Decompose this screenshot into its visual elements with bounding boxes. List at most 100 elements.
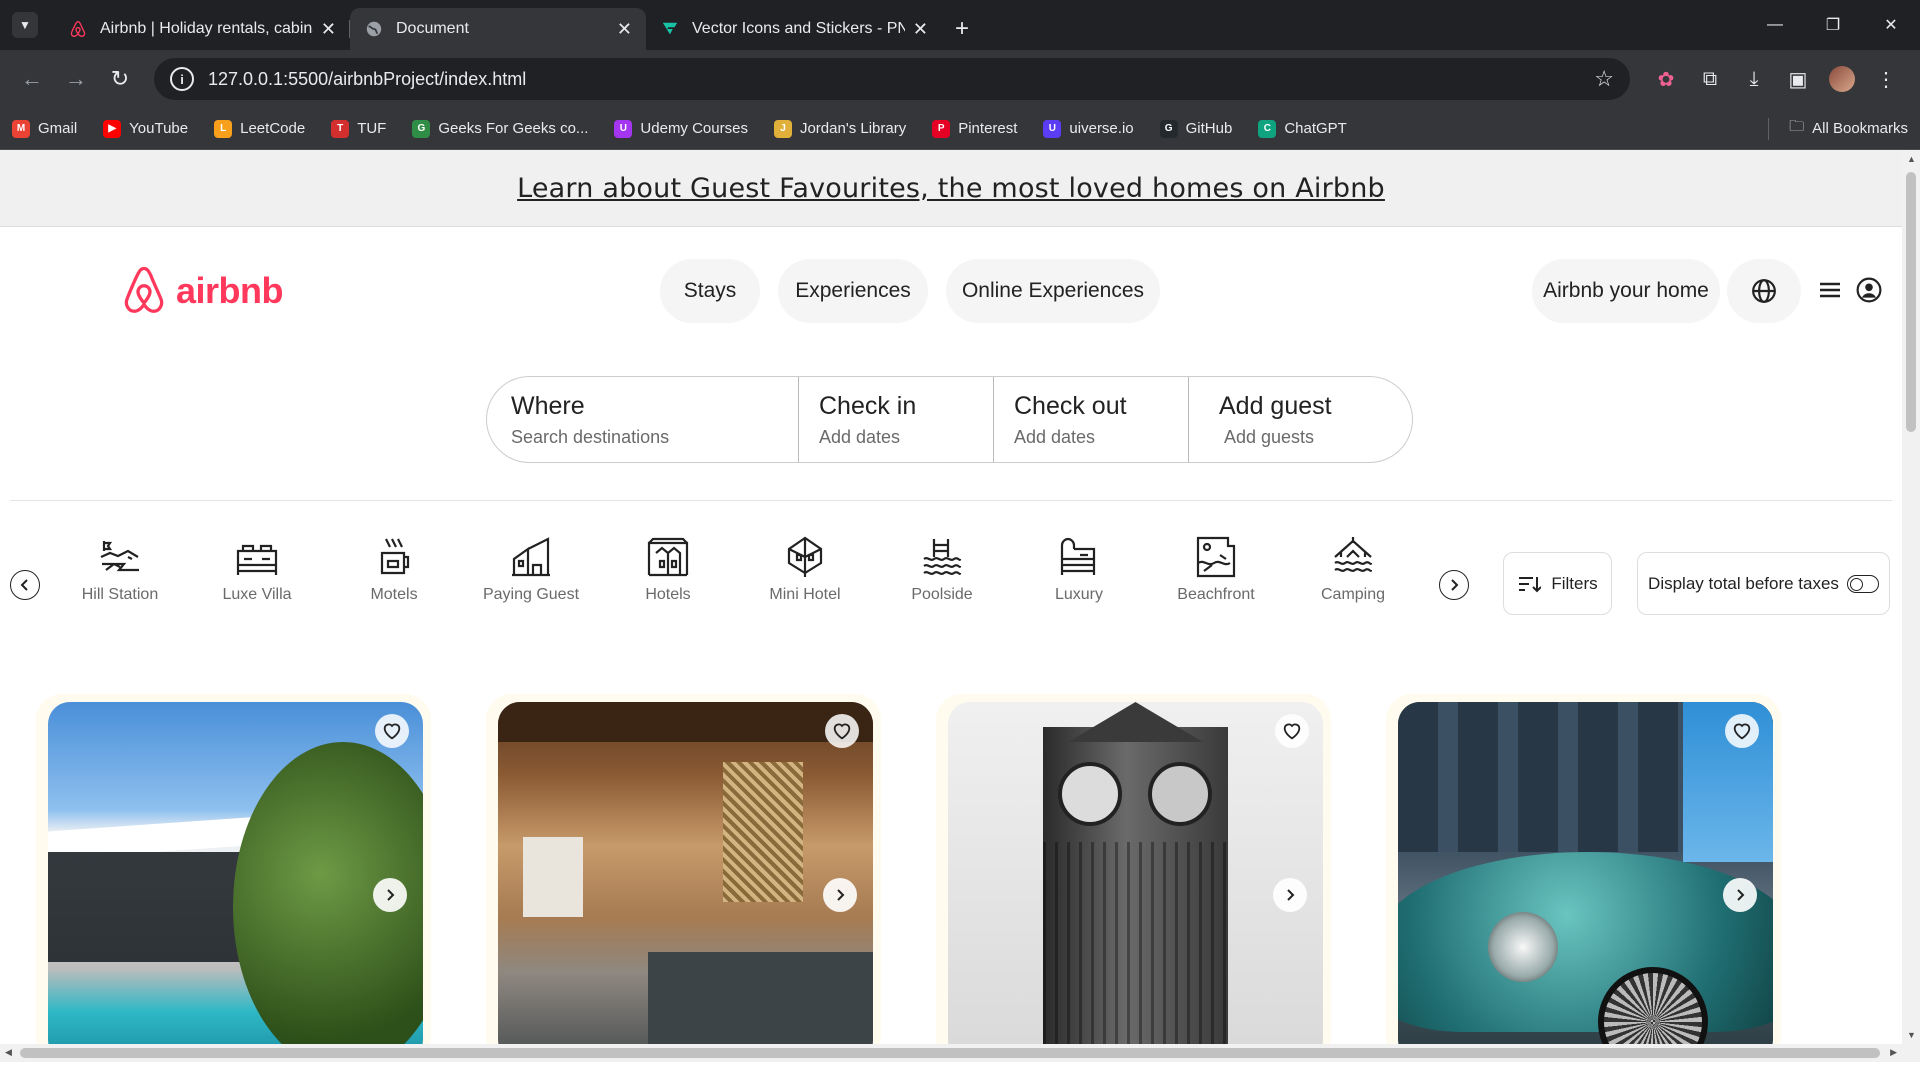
favorite-heart-icon[interactable] xyxy=(1725,714,1759,748)
horizontal-scrollbar[interactable]: ◀ ▶ xyxy=(0,1044,1902,1062)
listing-card-3[interactable] xyxy=(948,702,1323,1062)
nav-online-experiences[interactable]: Online Experiences xyxy=(946,259,1160,323)
search-check-out[interactable]: Check out Add dates xyxy=(994,377,1189,462)
bookmark-item[interactable]: P Pinterest xyxy=(932,119,1018,138)
forward-icon[interactable]: → xyxy=(56,59,96,99)
airbnb-logo-icon xyxy=(124,266,164,313)
download-icon[interactable]: ⤓ xyxy=(1732,59,1776,99)
bookmarks-bar: M Gmail ▶ YouTube L LeetCode T TUF G Geeks For Ge… xyxy=(0,108,1920,150)
bookmark-item[interactable]: ▶ YouTube xyxy=(103,119,188,138)
bookmark-label: GitHub xyxy=(1185,120,1233,137)
bookmark-item[interactable]: C ChatGPT xyxy=(1258,119,1347,138)
language-globe-icon[interactable] xyxy=(1727,259,1801,323)
check-in-title: Check in xyxy=(819,391,917,420)
category-motels[interactable]: Motels xyxy=(329,535,459,604)
user-menu[interactable] xyxy=(1818,277,1882,303)
scroll-right-icon[interactable]: ▶ xyxy=(1890,1047,1897,1058)
category-camping[interactable]: Camping xyxy=(1288,535,1418,604)
lobby-ceiling xyxy=(498,702,873,742)
close-tab-icon[interactable]: ✕ xyxy=(617,19,632,40)
address-bar[interactable]: i 127.0.0.1:5500/airbnbProject/index.htm… xyxy=(154,58,1630,100)
minimize-icon[interactable]: — xyxy=(1746,0,1804,50)
close-tab-icon[interactable]: ✕ xyxy=(321,19,336,40)
category-label: Hill Station xyxy=(81,586,159,603)
next-image-icon[interactable] xyxy=(1273,878,1307,912)
all-bookmarks[interactable]: 🗀 All Bookmarks xyxy=(1768,116,1908,141)
vertical-scrollbar[interactable]: ▲ ▼ xyxy=(1902,150,1920,1062)
favorite-heart-icon[interactable] xyxy=(825,714,859,748)
scroll-down-icon[interactable]: ▼ xyxy=(1907,1030,1916,1040)
search-where[interactable]: Where Search destinations xyxy=(487,377,799,462)
new-tab-button[interactable]: + xyxy=(942,8,982,50)
profile-avatar[interactable] xyxy=(1820,59,1864,99)
category-hotels[interactable]: Hotels xyxy=(603,535,733,604)
close-window-icon[interactable]: ✕ xyxy=(1862,0,1920,50)
taxes-toggle-switch[interactable] xyxy=(1846,574,1879,593)
category-luxury[interactable]: Luxury xyxy=(1014,535,1144,604)
category-beachfront[interactable]: Beachfront xyxy=(1151,535,1281,604)
tab-search-button[interactable]: ▼ xyxy=(12,12,38,38)
back-icon[interactable]: ← xyxy=(12,59,52,99)
reload-icon[interactable]: ↻ xyxy=(100,59,140,99)
check-out-sub: Add dates xyxy=(1014,426,1096,447)
search-guests[interactable]: Add guest Add guests xyxy=(1189,377,1412,462)
restore-icon[interactable]: ❐ xyxy=(1804,0,1862,50)
side-panel-icon[interactable]: ▣ xyxy=(1776,59,1820,99)
bookmark-item[interactable]: T TUF xyxy=(331,119,386,138)
extension-flower-icon[interactable]: ✿ xyxy=(1644,59,1688,99)
horizontal-scroll-thumb[interactable] xyxy=(20,1048,1880,1058)
category-paying-guest[interactable]: Paying Guest xyxy=(466,535,596,604)
favorite-heart-icon[interactable] xyxy=(1275,714,1309,748)
bookmark-item[interactable]: G GitHub xyxy=(1159,119,1233,138)
taxes-toggle-card[interactable]: Display total before taxes xyxy=(1637,552,1890,615)
check-in-sub: Add dates xyxy=(819,426,901,447)
browser-tab-document[interactable]: Document ✕ xyxy=(350,8,646,50)
luxury-icon xyxy=(1060,537,1096,575)
bookmark-label: LeetCode xyxy=(240,120,306,137)
scroll-left-icon[interactable]: ◀ xyxy=(5,1047,12,1058)
flaticon-icon xyxy=(660,19,680,39)
bookmark-item[interactable]: L LeetCode xyxy=(214,119,306,138)
car-headlight xyxy=(1488,912,1558,982)
extensions-puzzle-icon[interactable]: ⧉ xyxy=(1688,59,1732,99)
search-check-in[interactable]: Check in Add dates xyxy=(799,377,994,462)
vertical-scroll-thumb[interactable] xyxy=(1906,172,1916,432)
filter-sort-icon xyxy=(1519,576,1542,592)
tower-facade xyxy=(1043,842,1228,1062)
next-image-icon[interactable] xyxy=(1723,878,1757,912)
bookmark-item[interactable]: Uuiverse.io xyxy=(1043,119,1134,138)
next-image-icon[interactable] xyxy=(823,878,857,912)
favorite-heart-icon[interactable] xyxy=(375,714,409,748)
page-viewport: Learn about Guest Favourites, the most l… xyxy=(0,150,1902,1062)
bookmark-item[interactable]: G Geeks For Geeks co... xyxy=(412,119,588,138)
browser-tab-flaticon[interactable]: Vector Icons and Stickers - PNG ✕ xyxy=(646,8,942,50)
category-poolside[interactable]: Poolside xyxy=(877,535,1007,604)
airbnb-your-home-link[interactable]: Airbnb your home xyxy=(1532,259,1720,323)
next-image-icon[interactable] xyxy=(373,878,407,912)
window-controls: — ❐ ✕ xyxy=(1746,0,1920,50)
close-tab-icon[interactable]: ✕ xyxy=(913,19,928,40)
bookmark-label: Pinterest xyxy=(958,120,1018,137)
site-info-icon[interactable]: i xyxy=(170,67,194,91)
browser-tab-airbnb[interactable]: Airbnb | Holiday rentals, cabins, ✕ xyxy=(54,8,350,50)
tower-spire xyxy=(1068,702,1203,742)
category-mini-hotel[interactable]: Mini Hotel xyxy=(740,535,870,604)
airbnb-logo[interactable]: airbnb xyxy=(120,265,284,317)
bookmark-item[interactable]: J Jordan's Library xyxy=(773,119,906,138)
category-hill-station[interactable]: Hill Station xyxy=(55,535,185,604)
nav-stays[interactable]: Stays xyxy=(660,259,760,323)
category-luxe-villa[interactable]: Luxe Villa xyxy=(192,535,322,604)
bookmark-item[interactable]: U Udemy Courses xyxy=(614,119,748,138)
listing-card-4[interactable] xyxy=(1398,702,1773,1062)
listing-card-1[interactable] xyxy=(48,702,423,1062)
scroll-up-icon[interactable]: ▲ xyxy=(1907,154,1916,164)
guest-favourites-link[interactable]: Learn about Guest Favourites, the most l… xyxy=(517,173,1385,204)
nav-experiences[interactable]: Experiences xyxy=(778,259,928,323)
motels-icon xyxy=(380,538,410,575)
bookmark-item[interactable]: M Gmail xyxy=(12,119,77,138)
menu-kebab-icon[interactable]: ⋮ xyxy=(1864,59,1908,99)
filters-button[interactable]: Filters xyxy=(1503,552,1612,615)
listing-card-2[interactable] xyxy=(498,702,873,1062)
url-text: 127.0.0.1:5500/airbnbProject/index.html xyxy=(208,68,527,89)
bookmark-star-icon[interactable]: ☆ xyxy=(1594,66,1614,92)
